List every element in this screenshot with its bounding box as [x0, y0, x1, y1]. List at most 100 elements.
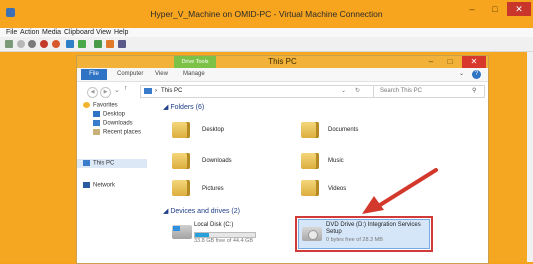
vm-window-title: Hyper_V_Machine on OMID-PC - Virtual Mac…: [150, 9, 383, 19]
nav-downloads-label: Downloads: [103, 120, 133, 127]
reset-icon[interactable]: [94, 40, 102, 48]
this-pc-icon: [83, 160, 90, 166]
menu-clipboard[interactable]: Clipboard: [64, 28, 94, 37]
refresh-icon[interactable]: ↻: [355, 86, 360, 97]
search-icon: ⚲: [472, 88, 477, 94]
up-arrow-icon[interactable]: ↑: [124, 85, 128, 92]
folder-pictures[interactable]: Pictures: [172, 180, 224, 196]
revert-icon[interactable]: [106, 40, 114, 48]
disc-icon: [308, 230, 318, 240]
tab-file[interactable]: File: [81, 69, 107, 80]
devices-header[interactable]: ◢ Devices and drives (2): [163, 207, 240, 215]
start-icon[interactable]: [17, 40, 25, 48]
network-icon: [83, 182, 90, 188]
hard-drive-icon: [172, 225, 192, 239]
vm-menubar: File Action Media Clipboard View Help: [0, 28, 533, 37]
forward-icon[interactable]: ▶: [100, 87, 111, 98]
nav-recent-label: Recent places: [103, 129, 142, 136]
dvd-drive-name: DVD Drive (D:) Integration Services: [326, 222, 421, 228]
menu-action[interactable]: Action: [20, 28, 39, 37]
explorer-close-button[interactable]: ✕: [462, 56, 486, 68]
local-disk-name: Local Disk (C:): [194, 222, 234, 228]
vm-maximize-button[interactable]: □: [484, 2, 506, 16]
folder-icon: [172, 122, 190, 138]
menu-file[interactable]: File: [6, 28, 17, 37]
nav-thispc[interactable]: This PC: [83, 160, 114, 167]
back-icon[interactable]: ◀: [87, 87, 98, 98]
drive-dvd[interactable]: DVD Drive (D:) Integration Services Setu…: [295, 216, 433, 252]
folder-music-label: Music: [328, 158, 344, 164]
vm-toolbar: [0, 37, 533, 52]
folder-icon: [301, 180, 319, 196]
nav-thispc-label: This PC: [93, 160, 115, 167]
nav-favorites[interactable]: Favorites: [83, 102, 118, 109]
downloads-icon: [93, 120, 100, 126]
folders-header-label: Folders (6): [170, 104, 205, 111]
address-bar[interactable]: › This PC ⌄ ↻: [140, 85, 374, 98]
folder-icon: [172, 153, 190, 169]
folder-documents-label: Documents: [328, 127, 359, 133]
vm-scrollbar[interactable]: [527, 52, 533, 262]
ribbon-tabs: File Computer View Manage ⌄ ?: [77, 68, 488, 82]
folder-pictures-label: Pictures: [202, 186, 224, 192]
folder-icon: [301, 153, 319, 169]
folder-desktop[interactable]: Desktop: [172, 122, 224, 138]
navigation-pane: Favorites Desktop Downloads Recent place…: [77, 100, 155, 263]
pause-icon[interactable]: [66, 40, 74, 48]
dvd-drive-name-cont: Setup: [326, 229, 342, 235]
desktop-icon: [93, 111, 100, 117]
explorer-maximize-button[interactable]: □: [440, 56, 460, 68]
local-disk-capacity-bar: [194, 232, 256, 238]
star-icon: [83, 102, 90, 108]
enhanced-session-icon[interactable]: [118, 40, 126, 48]
tab-computer[interactable]: Computer: [117, 68, 143, 81]
recent-locations-icon[interactable]: ⌄: [114, 86, 120, 94]
nav-favorites-label: Favorites: [93, 102, 118, 109]
nav-network-label: Network: [93, 182, 116, 189]
local-disk-capacity-fill: [195, 233, 210, 237]
ctrl-alt-del-icon[interactable]: [5, 40, 13, 48]
folder-icon: [301, 122, 319, 138]
devices-header-label: Devices and drives (2): [170, 208, 240, 215]
tab-view[interactable]: View: [155, 68, 168, 81]
folder-documents[interactable]: Documents: [301, 122, 358, 138]
folder-videos[interactable]: Videos: [301, 180, 346, 196]
explorer-minimize-button[interactable]: –: [422, 56, 440, 68]
folder-downloads[interactable]: Downloads: [172, 153, 232, 169]
folder-videos-label: Videos: [328, 186, 347, 192]
tab-manage[interactable]: Manage: [183, 68, 205, 81]
turn-off-icon[interactable]: [28, 40, 36, 48]
vm-minimize-button[interactable]: –: [461, 2, 483, 16]
windows-logo-icon: [173, 226, 180, 231]
shutdown-icon[interactable]: [40, 40, 48, 48]
menu-help[interactable]: Help: [114, 28, 128, 37]
nav-recent[interactable]: Recent places: [93, 129, 141, 136]
nav-desktop[interactable]: Desktop: [93, 111, 125, 118]
folders-header[interactable]: ◢ Folders (6): [163, 103, 204, 111]
nav-network[interactable]: Network: [83, 182, 115, 189]
chevron-down-icon[interactable]: ⌄: [459, 68, 464, 81]
nav-downloads[interactable]: Downloads: [93, 120, 133, 127]
resume-icon[interactable]: [78, 40, 86, 48]
breadcrumb-separator: ›: [155, 88, 157, 94]
nav-desktop-label: Desktop: [103, 111, 126, 118]
dvd-drive-icon: [302, 227, 322, 241]
local-disk-free: 33.8 GB free of 44.4 GB: [194, 238, 254, 244]
folder-icon: [172, 180, 190, 196]
help-icon[interactable]: ?: [472, 70, 481, 79]
vm-close-button[interactable]: ✕: [507, 2, 531, 16]
search-placeholder: Search This PC: [380, 88, 422, 94]
explorer-window: Drive Tools This PC – □ ✕ File Computer …: [76, 55, 489, 264]
computer-icon: [144, 88, 152, 94]
menu-view[interactable]: View: [96, 28, 111, 37]
address-dropdown-icon[interactable]: ⌄: [341, 86, 346, 97]
address-row: ◀ ▶ ⌄ ↑ › This PC ⌄ ↻ Search This PC ⚲: [77, 82, 488, 100]
menu-media[interactable]: Media: [42, 28, 61, 37]
folder-music[interactable]: Music: [301, 153, 344, 169]
breadcrumb-thispc[interactable]: This PC: [161, 86, 182, 97]
search-input[interactable]: Search This PC ⚲: [373, 85, 485, 98]
folder-desktop-label: Desktop: [202, 127, 225, 133]
recent-places-icon: [93, 129, 100, 135]
folder-downloads-label: Downloads: [202, 158, 232, 164]
save-state-icon[interactable]: [52, 40, 60, 48]
